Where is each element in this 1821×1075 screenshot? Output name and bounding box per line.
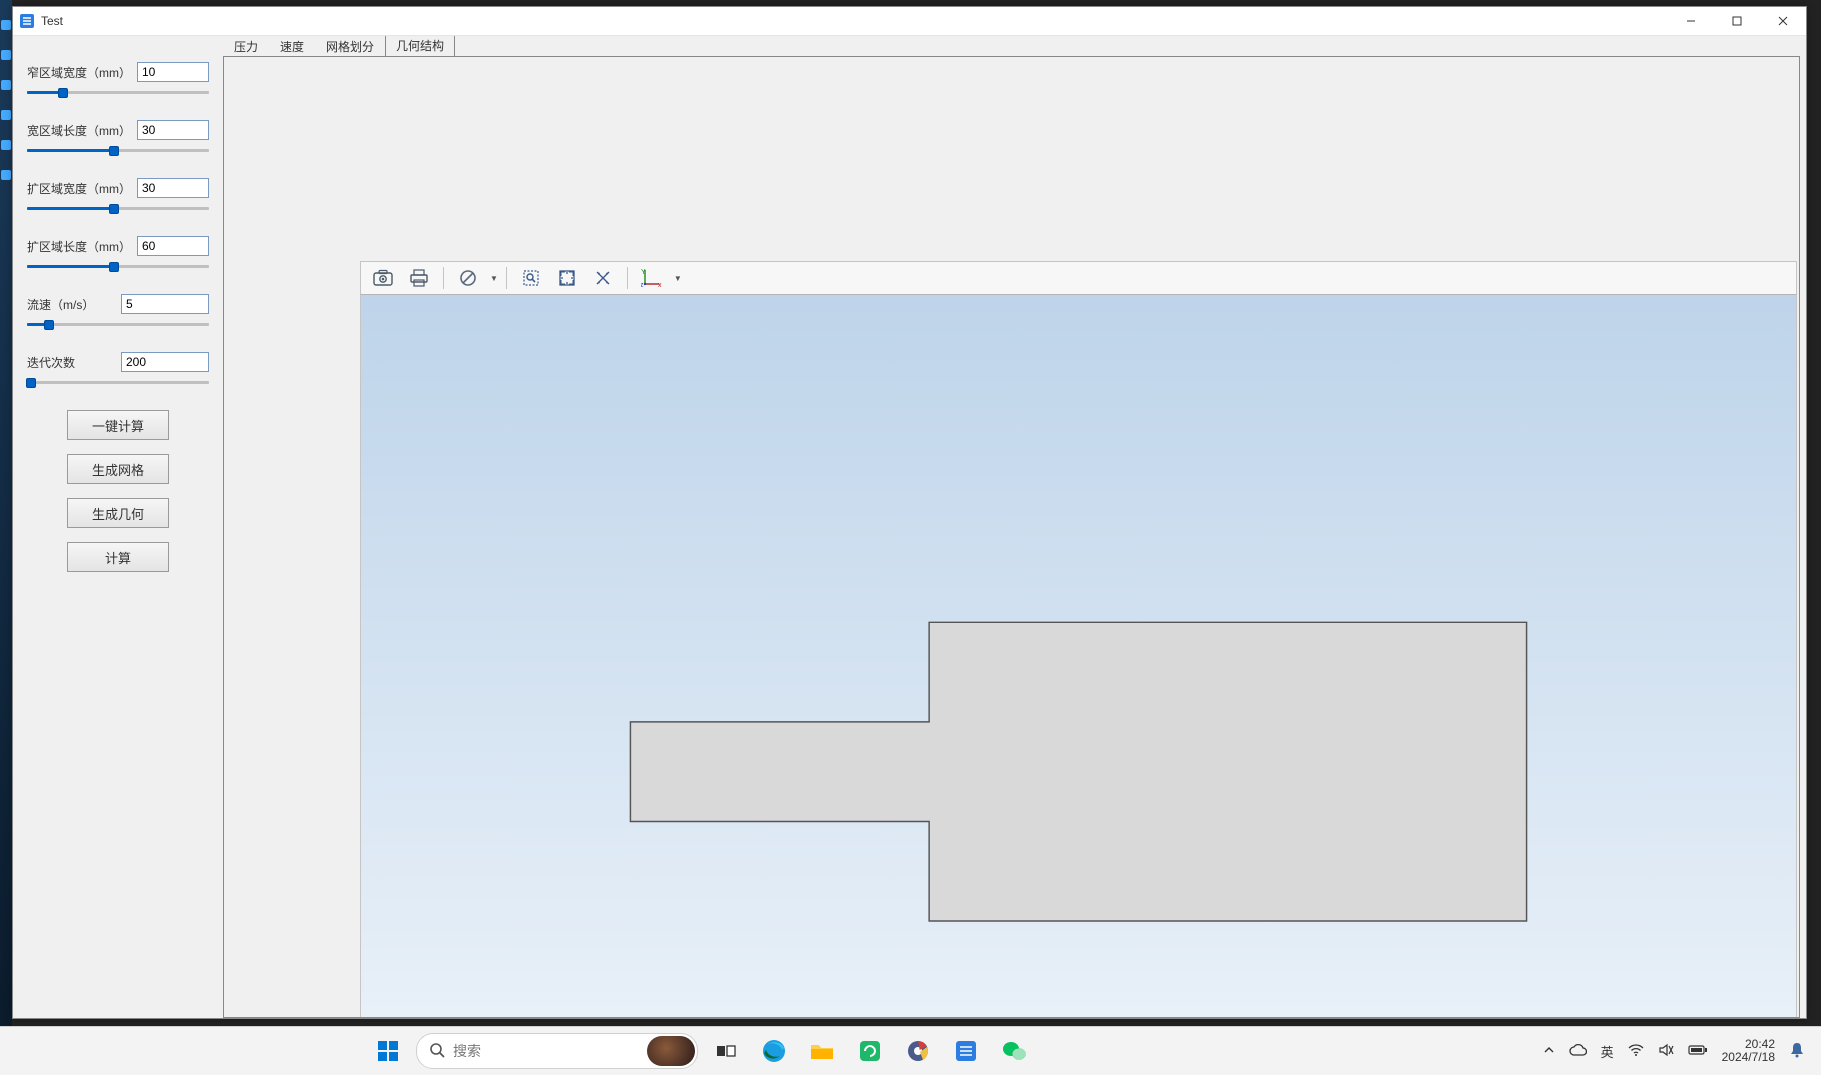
notification-icon[interactable]: [1789, 1041, 1805, 1062]
app-window: Test 窄区域宽度（mm） 宽区域长度（mm） 扩区域宽度（mm） 扩区域长度（mm…: [12, 6, 1807, 1019]
wifi-icon[interactable]: [1628, 1043, 1644, 1060]
param-input-0[interactable]: [137, 62, 209, 82]
zoom-box-button[interactable]: [515, 264, 547, 292]
viewer: ▼ Yx z: [360, 261, 1797, 1017]
param-slider-4[interactable]: [27, 318, 209, 330]
ime-indicator[interactable]: 英: [1601, 1042, 1614, 1061]
volume-icon[interactable]: [1658, 1043, 1674, 1060]
gen-geom-button[interactable]: 生成几何: [67, 498, 169, 528]
tab-bar: 压力速度网格划分几何结构: [223, 36, 1800, 56]
tab-1[interactable]: 速度: [269, 36, 315, 57]
cross-arrows-button[interactable]: [587, 264, 619, 292]
gen-mesh-button[interactable]: 生成网格: [67, 454, 169, 484]
param-input-1[interactable]: [137, 120, 209, 140]
tab-3[interactable]: 几何结构: [385, 36, 455, 57]
window-title: Test: [41, 14, 63, 28]
param-slider-3[interactable]: [27, 260, 209, 272]
search-icon: [429, 1042, 445, 1061]
svg-text:z: z: [641, 282, 644, 288]
start-button[interactable]: [368, 1031, 408, 1071]
geometry-shape: [630, 622, 1526, 921]
clock[interactable]: 20:42 2024/7/18: [1722, 1038, 1775, 1064]
param-slider-2[interactable]: [27, 202, 209, 214]
forbid-button[interactable]: [452, 264, 484, 292]
close-button[interactable]: [1760, 7, 1806, 35]
maximize-button[interactable]: [1714, 7, 1760, 35]
svg-text:x: x: [658, 282, 662, 288]
param-label: 流速（m/s）: [27, 296, 115, 313]
blue-app-icon[interactable]: [946, 1031, 986, 1071]
print-button[interactable]: [403, 264, 435, 292]
taskbar-search[interactable]: 搜索: [416, 1033, 698, 1069]
app-icon: [19, 13, 35, 29]
param-slider-5[interactable]: [27, 376, 209, 388]
taskview-button[interactable]: [706, 1031, 746, 1071]
calc-button[interactable]: 计算: [67, 542, 169, 572]
param-label: 迭代次数: [27, 354, 115, 371]
svg-text:Y: Y: [641, 269, 646, 276]
edge-app-icon[interactable]: [754, 1031, 794, 1071]
minimize-button[interactable]: [1668, 7, 1714, 35]
tab-0[interactable]: 压力: [223, 36, 269, 57]
tab-content: ▼ Yx z: [223, 56, 1800, 1018]
tab-2[interactable]: 网格划分: [315, 36, 385, 57]
viewer-toolbar: ▼ Yx z: [360, 261, 1797, 295]
battery-icon[interactable]: [1688, 1044, 1708, 1059]
param-label: 窄区域宽度（mm）: [27, 64, 131, 81]
left-panel: 窄区域宽度（mm） 宽区域长度（mm） 扩区域宽度（mm） 扩区域长度（mm） 流速（m…: [13, 36, 223, 1018]
param-slider-1[interactable]: [27, 144, 209, 156]
explorer-app-icon[interactable]: [802, 1031, 842, 1071]
desktop-sliver: [0, 0, 12, 1075]
search-decor-icon: [647, 1036, 695, 1066]
forbid-dropdown-icon[interactable]: ▼: [490, 274, 498, 283]
param-input-3[interactable]: [137, 236, 209, 256]
screenshot-button[interactable]: [367, 264, 399, 292]
search-placeholder: 搜索: [453, 1041, 481, 1061]
axes-dropdown-icon[interactable]: ▼: [674, 274, 682, 283]
system-tray: 英 20:42 2024/7/18: [1543, 1038, 1813, 1064]
param-label: 扩区域宽度（mm）: [27, 180, 131, 197]
param-slider-0[interactable]: [27, 86, 209, 98]
wechat-app-icon[interactable]: [994, 1031, 1034, 1071]
green-app-icon[interactable]: [850, 1031, 890, 1071]
browser-app-icon[interactable]: [898, 1031, 938, 1071]
cloud-icon[interactable]: [1569, 1043, 1587, 1060]
param-input-5[interactable]: [121, 352, 209, 372]
clock-date: 2024/7/18: [1722, 1051, 1775, 1064]
titlebar[interactable]: Test: [13, 7, 1806, 36]
tray-chevron-icon[interactable]: [1543, 1044, 1555, 1059]
calc-all-button[interactable]: 一键计算: [67, 410, 169, 440]
viewer-canvas[interactable]: [360, 295, 1797, 1017]
axes-button[interactable]: Yx z: [636, 264, 668, 292]
param-label: 宽区域长度（mm）: [27, 122, 131, 139]
taskbar[interactable]: 搜索 英 20:42 2024/7/18: [0, 1026, 1821, 1075]
param-input-4[interactable]: [121, 294, 209, 314]
fit-view-button[interactable]: [551, 264, 583, 292]
param-label: 扩区域长度（mm）: [27, 238, 131, 255]
right-panel: 压力速度网格划分几何结构 ▼: [223, 36, 1806, 1018]
param-input-2[interactable]: [137, 178, 209, 198]
